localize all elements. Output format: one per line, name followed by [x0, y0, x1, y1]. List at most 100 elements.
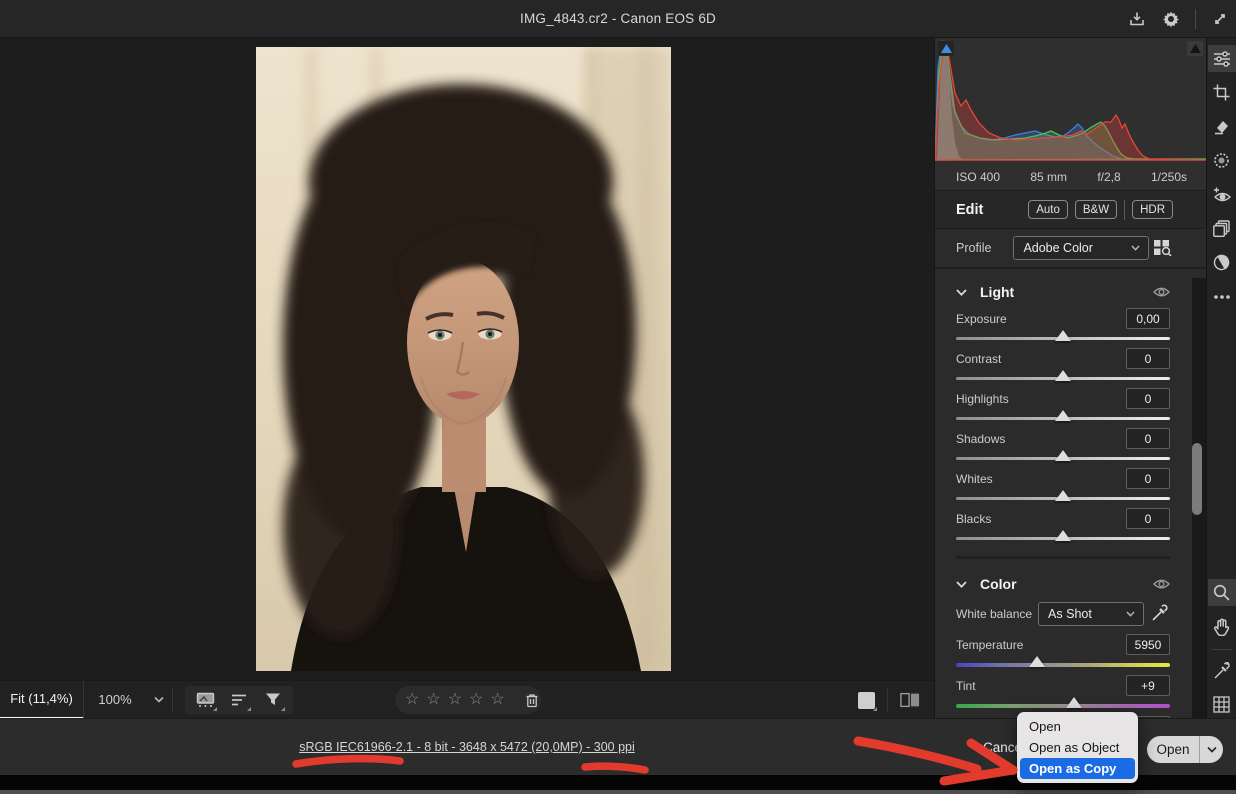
edit-header-row: Edit Auto B&W HDR: [935, 191, 1207, 229]
profile-label: Profile: [956, 241, 991, 255]
whites-value-field[interactable]: 0: [1126, 468, 1170, 489]
hand-tool-icon[interactable]: [1208, 613, 1236, 640]
temperature-value-field[interactable]: 5950: [1126, 634, 1170, 655]
refine-circle-icon[interactable]: [1208, 249, 1236, 276]
star-icon[interactable]: ☆: [448, 692, 462, 708]
white-balance-eyedropper-icon[interactable]: [1150, 604, 1170, 624]
temperature-slider: Temperature 5950: [956, 634, 1170, 667]
contrast-slider: Contrast 0: [956, 348, 1170, 380]
tint-slider: Tint +9: [956, 675, 1170, 708]
image-canvas[interactable]: Fit (11,4%) 100%: [0, 38, 934, 718]
slider-thumb[interactable]: [1055, 410, 1071, 421]
slider-thumb[interactable]: [1055, 530, 1071, 541]
presets-icon[interactable]: [1208, 215, 1236, 242]
photo-preview: [256, 47, 671, 671]
profile-dropdown[interactable]: Adobe Color: [1013, 236, 1149, 260]
filter-icon[interactable]: [263, 690, 283, 710]
white-balance-label: White balance: [956, 607, 1032, 621]
bw-button[interactable]: B&W: [1075, 200, 1117, 219]
footer-divider-2: [887, 688, 888, 712]
edit-side-panel: ISO 400 85 mm f/2,8 1/250s Edit Auto B&W…: [934, 38, 1206, 718]
white-balance-dropdown[interactable]: As Shot: [1038, 602, 1144, 626]
star-icon[interactable]: ☆: [405, 692, 419, 708]
slider-thumb[interactable]: [1066, 697, 1082, 708]
color-visibility-eye-icon[interactable]: [1153, 578, 1170, 590]
edit-buttons-divider: [1124, 200, 1125, 220]
menu-item-open-as-object[interactable]: Open as Object: [1020, 737, 1135, 758]
save-image-icon[interactable]: [1127, 9, 1147, 29]
slider-thumb[interactable]: [1055, 490, 1071, 501]
star-icon[interactable]: ☆: [490, 692, 504, 708]
light-visibility-eye-icon[interactable]: [1153, 286, 1170, 298]
highlights-slider: Highlights 0: [956, 388, 1170, 420]
panel-scrollbar[interactable]: [1192, 443, 1202, 515]
open-options-menu: Open Open as Object Open as Copy: [1017, 712, 1138, 783]
rating-pill: ☆ ☆ ☆ ☆ ☆: [395, 686, 541, 714]
fullscreen-icon[interactable]: [1210, 9, 1230, 29]
highlights-value-field[interactable]: 0: [1126, 388, 1170, 409]
trash-icon[interactable]: [525, 690, 539, 710]
healing-tool-icon[interactable]: [1208, 113, 1236, 140]
crop-tool-icon[interactable]: [1208, 79, 1236, 106]
star-icon[interactable]: ☆: [426, 692, 440, 708]
sample-eyedropper-icon[interactable]: [1208, 657, 1236, 684]
preview-toggle-icon[interactable]: [858, 692, 875, 709]
whites-slider: Whites 0: [956, 468, 1170, 500]
tint-value-field[interactable]: +9: [1126, 675, 1170, 696]
masking-tool-icon[interactable]: [1208, 147, 1236, 174]
rail-divider: [1212, 649, 1232, 650]
bottom-edge-line: [0, 790, 1236, 794]
shutter-speed-value: 1/250s: [1151, 170, 1187, 184]
blacks-value-field[interactable]: 0: [1126, 508, 1170, 529]
menu-item-open-as-copy[interactable]: Open as Copy: [1020, 758, 1135, 779]
profile-row: Profile Adobe Color: [935, 229, 1207, 269]
red-eye-tool-icon[interactable]: [1208, 181, 1236, 208]
auto-button[interactable]: Auto: [1028, 200, 1068, 219]
sort-order-icon[interactable]: [229, 690, 249, 710]
capture-info-row: ISO 400 85 mm f/2,8 1/250s: [935, 163, 1207, 191]
zoom-tool-icon[interactable]: [1208, 579, 1236, 606]
color-section-header[interactable]: Color: [956, 576, 1170, 592]
menu-item-open[interactable]: Open: [1020, 716, 1135, 737]
image-format-link[interactable]: sRGB IEC61966-2.1 - 8 bit - 3648 x 5472 …: [0, 740, 934, 754]
window-title: IMG_4843.cr2 - Canon EOS 6D: [520, 11, 716, 26]
slider-thumb[interactable]: [1055, 450, 1071, 461]
hdr-button[interactable]: HDR: [1132, 200, 1173, 219]
zoom-dropdown-chevron-icon[interactable]: [154, 696, 164, 703]
settings-gear-icon[interactable]: [1161, 9, 1181, 29]
canvas-footer-toolbar: Fit (11,4%) 100%: [0, 680, 934, 718]
aperture-value: f/2,8: [1097, 170, 1120, 184]
slider-thumb[interactable]: [1055, 370, 1071, 381]
exposure-slider: Exposure 0,00: [956, 308, 1170, 340]
star-icon[interactable]: ☆: [469, 692, 483, 708]
before-after-view-icon[interactable]: [900, 690, 920, 710]
edit-tool-icon[interactable]: [1208, 45, 1236, 72]
iso-value: ISO 400: [956, 170, 1000, 184]
camera-raw-dialog: IMG_4843.cr2 - Canon EOS 6D: [0, 0, 1236, 794]
blacks-slider: Blacks 0: [956, 508, 1170, 540]
contrast-value-field[interactable]: 0: [1126, 348, 1170, 369]
slider-thumb[interactable]: [1055, 330, 1071, 341]
tool-rail: [1206, 38, 1236, 718]
star-rating[interactable]: ☆ ☆ ☆ ☆ ☆: [405, 692, 505, 708]
more-options-icon[interactable]: [1208, 283, 1236, 310]
profile-browser-icon[interactable]: [1153, 238, 1173, 258]
shadow-clipping-indicator[interactable]: [938, 41, 954, 56]
exposure-value-field[interactable]: 0,00: [1126, 308, 1170, 329]
slider-thumb[interactable]: [1029, 656, 1045, 667]
highlight-clipping-indicator[interactable]: [1187, 41, 1203, 56]
open-dropdown-chevron-icon[interactable]: [1200, 746, 1223, 753]
open-button[interactable]: Open: [1147, 736, 1223, 763]
zoom-100-button[interactable]: 100%: [84, 692, 146, 707]
grid-overlay-icon[interactable]: [1208, 691, 1236, 718]
shadows-value-field[interactable]: 0: [1126, 428, 1170, 449]
fit-zoom-tab[interactable]: Fit (11,4%): [0, 681, 84, 719]
light-section-header[interactable]: Light: [956, 284, 1170, 300]
footer-divider: [172, 688, 173, 712]
chevron-down-icon: [956, 289, 967, 296]
focal-length-value: 85 mm: [1030, 170, 1067, 184]
chevron-down-icon: [956, 581, 967, 588]
view-mode-icon[interactable]: [195, 690, 215, 710]
titlebar-divider: [1195, 9, 1196, 29]
histogram: [935, 38, 1207, 163]
